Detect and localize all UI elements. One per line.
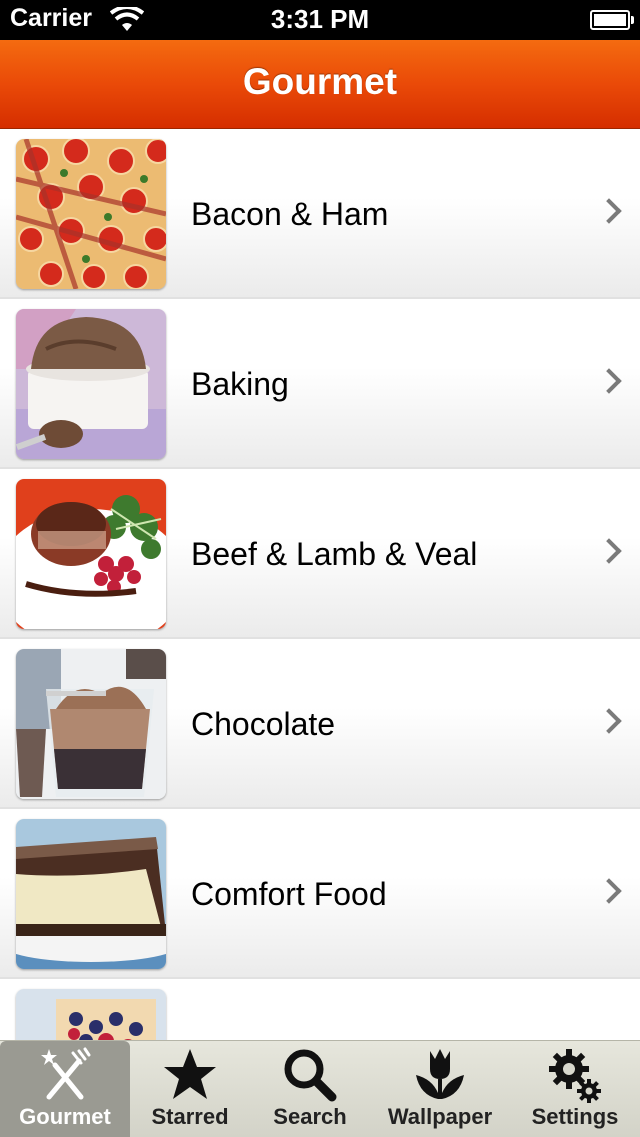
tab-settings[interactable]: Settings <box>510 1041 640 1137</box>
list-item-partial[interactable] <box>0 979 640 1040</box>
list-item-beef-lamb-veal[interactable]: Beef & Lamb & Veal <box>0 469 640 639</box>
list-item-label: Comfort Food <box>191 876 387 912</box>
navigation-bar: Gourmet <box>0 40 640 129</box>
tulip-icon <box>416 1049 464 1099</box>
tab-gourmet[interactable]: Gourmet <box>0 1041 130 1137</box>
list-item-label: Bacon & Ham <box>191 196 389 232</box>
list-item-label: Beef & Lamb & Veal <box>191 536 478 572</box>
star-icon <box>164 1049 216 1099</box>
chocolate-mousse-photo <box>16 649 166 799</box>
tab-search[interactable]: Search <box>250 1041 370 1137</box>
fork-knife-icon <box>41 1047 91 1100</box>
chevron-right-icon <box>596 538 622 564</box>
list-item-baking[interactable]: Baking <box>0 299 640 469</box>
status-bar: Carrier 3:31 PM <box>0 0 640 40</box>
tab-label: Starred <box>151 1104 229 1129</box>
steak-photo <box>16 479 166 629</box>
tab-label: Gourmet <box>19 1104 111 1129</box>
tab-label: Search <box>273 1104 347 1129</box>
tab-label: Settings <box>531 1104 619 1129</box>
chevron-right-icon <box>596 878 622 904</box>
pizza-photo <box>16 139 166 289</box>
souffle-photo <box>16 309 166 459</box>
tab-label: Wallpaper <box>387 1104 493 1129</box>
battery-icon <box>590 10 634 30</box>
berry-tart-photo <box>16 989 166 1040</box>
page-title: Gourmet <box>242 61 398 102</box>
category-list: Bacon & Ham Baking Beef & Lamb & Veal Ch… <box>0 129 640 1040</box>
status-time: 3:31 PM <box>270 4 370 34</box>
chevron-right-icon <box>596 708 622 734</box>
chevron-right-icon <box>596 368 622 394</box>
gears-icon <box>549 1049 601 1103</box>
tab-wallpaper[interactable]: Wallpaper <box>370 1041 510 1137</box>
list-item-chocolate[interactable]: Chocolate <box>0 639 640 809</box>
cheesecake-photo <box>16 819 166 969</box>
chevron-right-icon <box>596 198 622 224</box>
tab-starred[interactable]: Starred <box>130 1041 250 1137</box>
list-item-comfort-food[interactable]: Comfort Food <box>0 809 640 979</box>
list-item-bacon-ham[interactable]: Bacon & Ham <box>0 129 640 299</box>
list-item-label: Chocolate <box>191 706 336 742</box>
search-icon <box>284 1049 337 1102</box>
list-item-label: Baking <box>191 366 289 402</box>
tab-bar: Gourmet Starred Search Wallpaper Setting… <box>0 1040 640 1137</box>
